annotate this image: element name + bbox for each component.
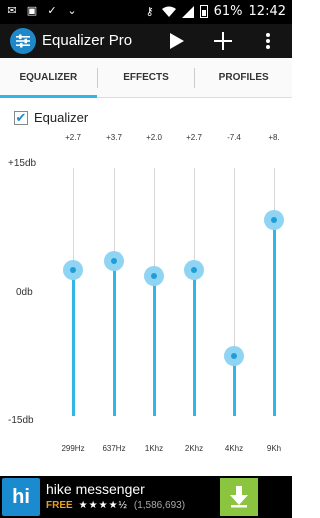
- clock: 12:42: [248, 4, 286, 19]
- band-frequency-label: 637Hz: [102, 444, 126, 453]
- equalizer-toggle[interactable]: ✔ Equalizer: [14, 110, 88, 125]
- ad-banner[interactable]: hi hike messenger FREE ★★★★½ (1,586,693): [0, 476, 292, 518]
- ad-app-name: hike messenger: [46, 481, 145, 497]
- band-level-fill[interactable]: [113, 261, 116, 416]
- band-value-label: +2.7: [186, 133, 202, 142]
- ad-meta: FREE ★★★★½ (1,586,693): [46, 500, 185, 511]
- play-button[interactable]: [164, 28, 190, 54]
- ad-rating-count: (1,586,693): [133, 500, 186, 511]
- tab-bar: EQUALIZER EFFECTS PROFILES: [0, 58, 292, 98]
- add-icon: [214, 32, 232, 50]
- mail-icon: ✉: [7, 4, 17, 17]
- band-value-label: -7.4: [227, 133, 241, 142]
- overflow-menu-icon: [266, 33, 270, 49]
- band-frequency-label: 9Kh: [266, 444, 282, 453]
- equalizer-logo-icon: [10, 28, 36, 54]
- download-icon: [230, 486, 248, 508]
- notification-icons: ✉ ▣ ✓ ⌄: [6, 4, 78, 18]
- ad-rating-stars: ★★★★½: [78, 500, 128, 511]
- band-slider-thumb[interactable]: [104, 251, 124, 272]
- tab-profiles[interactable]: PROFILES: [195, 58, 292, 97]
- band-slider-thumb[interactable]: [63, 259, 83, 280]
- band-track[interactable]: [73, 168, 74, 270]
- tab-effects[interactable]: EFFECTS: [98, 58, 195, 97]
- band-value-label: +3.7: [106, 133, 122, 142]
- band-track[interactable]: [194, 168, 195, 270]
- band-track[interactable]: [154, 168, 155, 276]
- equalizer-checkbox[interactable]: ✔: [14, 110, 28, 125]
- battery-icon: [199, 5, 208, 18]
- band-frequency-label: 299Hz: [61, 444, 85, 453]
- system-icons: ⚷ 61% 12:42: [144, 4, 286, 19]
- band-value-label: +2.0: [146, 133, 162, 142]
- add-button[interactable]: [210, 28, 236, 54]
- db-max-label: +15db: [8, 158, 37, 169]
- band-slider-thumb[interactable]: [224, 346, 244, 367]
- signal-icon: [181, 5, 194, 18]
- db-min-label: -15db: [8, 415, 34, 426]
- band-slider-thumb[interactable]: [264, 209, 284, 230]
- band-level-fill[interactable]: [153, 275, 156, 416]
- ad-download-button[interactable]: [220, 478, 258, 516]
- band-value-label: +8.: [268, 133, 280, 142]
- ad-app-logo: hi: [2, 478, 40, 516]
- app-bar: Equalizer Pro: [0, 24, 292, 58]
- status-bar: ✉ ▣ ✓ ⌄ ⚷ 61% 12:42: [0, 0, 292, 24]
- band-slider-thumb[interactable]: [184, 259, 204, 280]
- band-slider-thumb[interactable]: [144, 265, 164, 286]
- tab-equalizer[interactable]: EQUALIZER: [0, 58, 97, 98]
- db-mid-label: 0db: [16, 287, 33, 298]
- band-level-fill[interactable]: [193, 269, 196, 416]
- ad-price: FREE: [46, 500, 73, 511]
- equalizer-toggle-label: Equalizer: [34, 110, 89, 125]
- band-track[interactable]: [114, 168, 115, 262]
- play-icon: [170, 33, 184, 49]
- band-frequency-label: 4Khz: [224, 444, 244, 453]
- app-title: Equalizer Pro: [42, 32, 133, 49]
- band-frequency-label: 1Khz: [144, 444, 164, 453]
- wifi-icon: [161, 6, 176, 17]
- chevron-down-icon: ⌄: [67, 4, 77, 17]
- key-icon: ⚷: [145, 4, 154, 18]
- battery-percent: 61%: [213, 4, 243, 19]
- image-icon: ▣: [26, 4, 38, 17]
- band-value-label: +2.7: [65, 133, 81, 142]
- band-track[interactable]: [234, 168, 235, 357]
- shield-check-icon: ✓: [47, 4, 57, 17]
- band-frequency-label: 2Khz: [184, 444, 204, 453]
- overflow-menu-button[interactable]: [255, 28, 281, 54]
- band-level-fill[interactable]: [273, 219, 276, 416]
- band-level-fill[interactable]: [72, 269, 75, 416]
